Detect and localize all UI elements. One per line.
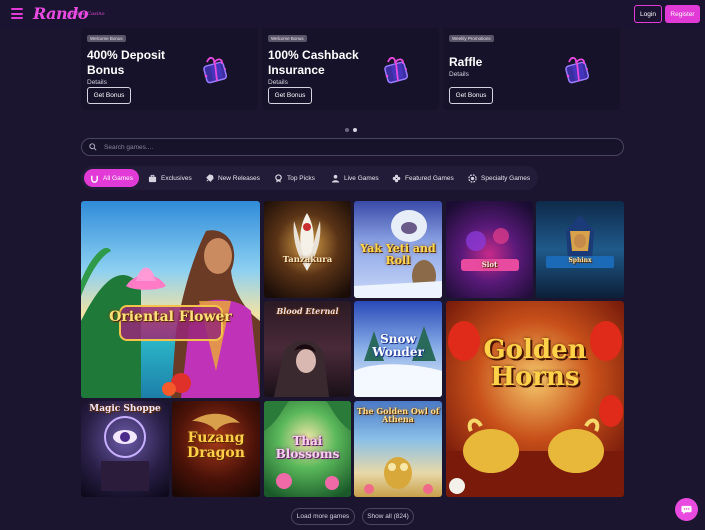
search-icon — [89, 143, 97, 151]
tab-label: Featured Games — [405, 174, 454, 182]
game-tile-blood-eternal[interactable]: Blood Eternal — [264, 301, 351, 397]
tab-label: All Games — [103, 174, 133, 182]
game-title: Oriental Flower — [109, 309, 232, 325]
chip-icon — [468, 173, 477, 183]
gift-icon — [203, 57, 228, 84]
tab-label: New Releases — [218, 174, 260, 182]
top-header: Rando Online Casino Login Register — [0, 0, 705, 28]
tab-live-games[interactable]: Live Games — [331, 169, 379, 187]
game-tile-tanzakura[interactable]: Tanzakura — [264, 201, 351, 298]
game-art — [446, 321, 624, 497]
gift-icon — [384, 57, 409, 84]
game-tile-magic-shoppe[interactable]: Magic Shoppe — [81, 401, 169, 497]
show-all-games-button[interactable]: Show all (824) — [362, 508, 414, 525]
tab-label: Top Picks — [287, 174, 315, 182]
game-art — [293, 213, 321, 271]
game-title: Fuzang Dragon — [187, 430, 245, 461]
game-title: Slot — [481, 260, 498, 269]
game-title: Golden Horns — [483, 335, 587, 393]
game-tile-snow-wonder[interactable]: Snow Wonder — [354, 301, 442, 397]
promo-details-link[interactable]: Details — [87, 79, 107, 86]
gift-icon — [565, 57, 590, 84]
dealer-icon — [331, 174, 340, 183]
promo-tag: Welcome Bonus — [268, 35, 307, 42]
game-title: Magic Shoppe — [89, 404, 161, 414]
promo-title: 100% Cashback Insurance — [268, 48, 359, 77]
carousel-dots — [345, 119, 361, 137]
chat-support-button[interactable] — [675, 498, 698, 521]
game-title: Sphinx — [568, 257, 592, 264]
get-bonus-button[interactable]: Get Bonus — [449, 87, 493, 104]
briefcase-icon — [148, 174, 157, 182]
game-title: Blood Eternal — [276, 306, 339, 316]
medal-icon — [275, 173, 282, 183]
game-tile-slot[interactable]: Slot — [446, 201, 533, 298]
tab-featured-games[interactable]: Featured Games — [392, 169, 454, 187]
game-title: Yak Yeti and Roll — [360, 242, 436, 267]
promo-details-link[interactable]: Details — [268, 79, 288, 86]
search-input[interactable] — [104, 141, 604, 154]
promo-card-raffle: Weekly Promotions Raffle Details Get Bon… — [443, 28, 620, 110]
chat-icon — [681, 505, 692, 515]
promo-card-cashback: Welcome Bonus 100% Cashback Insurance De… — [262, 28, 439, 110]
get-bonus-button[interactable]: Get Bonus — [268, 87, 312, 104]
clover-icon — [392, 174, 401, 182]
carousel-dot[interactable] — [345, 128, 349, 132]
game-tile-oriental-flower[interactable]: Oriental Flower — [81, 201, 260, 398]
category-tabs: All Games Exclusives New Releases Top Pi… — [81, 166, 538, 190]
search-bar — [81, 138, 624, 156]
promo-tag: Welcome Bonus — [87, 35, 126, 42]
rocket-icon — [206, 173, 214, 182]
tab-label: Exclusives — [161, 174, 192, 182]
game-title: The Golden Owl of Athena — [356, 406, 440, 425]
game-title: Snow Wonder — [372, 332, 424, 359]
hamburger-menu-icon[interactable] — [11, 8, 23, 19]
get-bonus-button[interactable]: Get Bonus — [87, 87, 131, 104]
site-logo-tagline: Online Casino — [69, 11, 105, 17]
tab-new-releases[interactable]: New Releases — [205, 169, 260, 187]
promo-tag: Weekly Promotions — [449, 35, 494, 42]
game-tile-golden-horns[interactable]: Golden Horns — [446, 301, 624, 497]
game-title: Thai Blossoms — [275, 434, 340, 461]
tab-all-games[interactable]: All Games — [84, 169, 139, 187]
game-tile-sphinx[interactable]: Sphinx — [536, 201, 624, 298]
game-art — [461, 228, 519, 271]
game-art — [81, 230, 260, 398]
tab-top-picks[interactable]: Top Picks — [274, 169, 315, 187]
game-art — [101, 416, 149, 491]
game-tile-golden-owl-athena[interactable]: The Golden Owl of Athena — [354, 401, 442, 497]
promo-card-deposit-bonus: Welcome Bonus 400% Deposit Bonus Details… — [81, 28, 258, 110]
game-title: Tanzakura — [282, 255, 333, 265]
tab-label: Live Games — [344, 174, 379, 182]
carousel-dot-active[interactable] — [353, 128, 357, 132]
promo-title: Raffle — [449, 55, 483, 69]
tab-exclusives[interactable]: Exclusives — [148, 169, 192, 187]
game-tile-yak-yeti-roll[interactable]: Yak Yeti and Roll — [354, 201, 442, 298]
promo-title: 400% Deposit Bonus — [87, 48, 166, 77]
register-button[interactable]: Register — [665, 5, 700, 23]
tab-label: Specialty Games — [481, 174, 531, 182]
game-tile-thai-blossoms[interactable]: Thai Blossoms — [264, 401, 351, 497]
tab-specialty-games[interactable]: Specialty Games — [468, 169, 530, 187]
load-more-games-button[interactable]: Load more games — [291, 508, 355, 525]
game-tile-fuzang-dragon[interactable]: Fuzang Dragon — [172, 401, 260, 497]
promo-details-link[interactable]: Details — [449, 71, 469, 78]
login-button[interactable]: Login — [634, 5, 662, 23]
game-art — [546, 215, 614, 268]
horseshoe-icon — [91, 175, 98, 183]
